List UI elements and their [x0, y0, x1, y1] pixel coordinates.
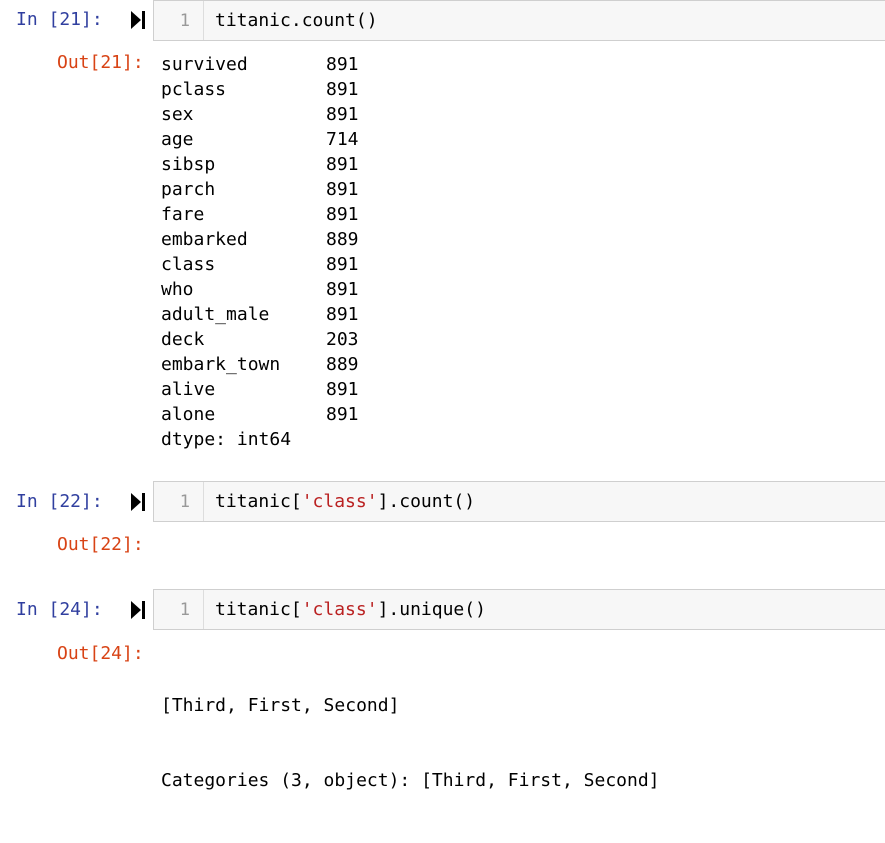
- output-line: Categories (3, object): [Third, First, S…: [161, 770, 660, 791]
- run-cell-icon[interactable]: [131, 601, 145, 619]
- code-line[interactable]: titanic['class'].unique(): [215, 599, 486, 621]
- code-string: 'class': [301, 599, 378, 620]
- output-area: survived 891 pclass 891 sex 891 age 714 sibsp 891…: [161, 52, 359, 452]
- series-value: 891: [326, 254, 359, 275]
- series-key: pclass: [161, 79, 227, 100]
- series-key: deck: [161, 329, 205, 350]
- series-key: parch: [161, 179, 216, 200]
- series-row: sibsp 891: [161, 152, 359, 177]
- line-number: 1: [179, 11, 190, 31]
- series-key: adult_male: [161, 304, 270, 325]
- series-key: alive: [161, 379, 216, 400]
- series-value: 203: [326, 329, 359, 350]
- series-row: sex 891: [161, 102, 359, 127]
- series-key: alone: [161, 404, 216, 425]
- code-text: titanic.count(): [215, 10, 378, 31]
- series-value: 891: [326, 204, 359, 225]
- line-number-gutter: 1: [154, 482, 204, 521]
- series-value: 891: [326, 79, 359, 100]
- series-key: embarked: [161, 229, 248, 250]
- line-number-gutter: 1: [154, 590, 204, 629]
- out-prompt: Out[22]:: [57, 534, 144, 555]
- series-value: 891: [326, 179, 359, 200]
- output-area: [Third, First, Second] Categories (3, ob…: [161, 643, 660, 843]
- series-row: embark_town 889: [161, 352, 359, 377]
- series-row: embarked 889: [161, 227, 359, 252]
- series-row: survived 891: [161, 52, 359, 77]
- in-prompt: In [22]:: [16, 491, 103, 512]
- code-text: ].count(): [377, 491, 476, 512]
- out-prompt: Out[21]:: [57, 52, 144, 73]
- code-text: titanic[: [215, 599, 302, 620]
- code-text: ].unique(): [377, 599, 486, 620]
- code-line[interactable]: titanic.count(): [215, 10, 378, 32]
- series-value: 891: [326, 154, 359, 175]
- series-row: alone 891: [161, 402, 359, 427]
- series-row: parch 891: [161, 177, 359, 202]
- series-row: deck 203: [161, 327, 359, 352]
- run-cell-icon[interactable]: [131, 11, 145, 29]
- code-input[interactable]: 1 titanic['class'].count(): [153, 481, 885, 522]
- in-prompt: In [24]:: [16, 599, 103, 620]
- series-row: fare 891: [161, 202, 359, 227]
- series-value: 891: [326, 379, 359, 400]
- series-value: 891: [326, 279, 359, 300]
- series-key: sex: [161, 104, 194, 125]
- line-number: 1: [179, 600, 190, 620]
- series-key: survived: [161, 54, 248, 75]
- series-value: 891: [326, 404, 359, 425]
- line-number: 1: [179, 492, 190, 512]
- series-row: age 714: [161, 127, 359, 152]
- code-string: 'class': [301, 491, 378, 512]
- code-text: titanic[: [215, 491, 302, 512]
- series-key: who: [161, 279, 194, 300]
- series-dtype: dtype: int64: [161, 429, 292, 450]
- series-key: class: [161, 254, 216, 275]
- in-prompt: In [21]:: [16, 9, 103, 30]
- code-input[interactable]: 1 titanic.count(): [153, 0, 885, 41]
- series-value: 891: [326, 304, 359, 325]
- run-cell-icon[interactable]: [131, 493, 145, 511]
- series-row: adult_male 891: [161, 302, 359, 327]
- code-line[interactable]: titanic['class'].count(): [215, 491, 475, 513]
- series-value: 891: [326, 54, 359, 75]
- code-input[interactable]: 1 titanic['class'].unique(): [153, 589, 885, 630]
- series-row: alive 891: [161, 377, 359, 402]
- series-row: pclass 891: [161, 77, 359, 102]
- series-value: 714: [326, 129, 359, 150]
- series-key: embark_town: [161, 354, 281, 375]
- out-prompt: Out[24]:: [57, 643, 144, 664]
- line-number-gutter: 1: [154, 1, 204, 40]
- series-row: who 891: [161, 277, 359, 302]
- series-value: 891: [326, 104, 359, 125]
- series-value: 889: [326, 229, 359, 250]
- series-value: 889: [326, 354, 359, 375]
- series-row: class 891: [161, 252, 359, 277]
- series-key: sibsp: [161, 154, 216, 175]
- series-key: fare: [161, 204, 205, 225]
- series-key: age: [161, 129, 194, 150]
- output-line: [Third, First, Second]: [161, 695, 400, 716]
